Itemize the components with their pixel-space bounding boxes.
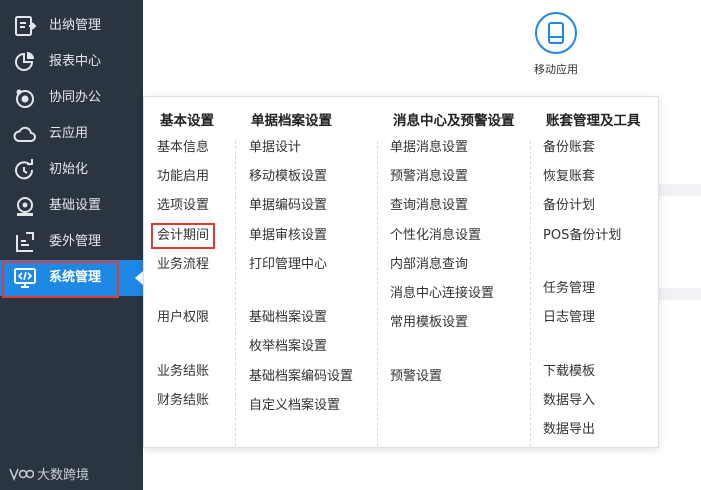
menu-item-print-center[interactable]: 打印管理中心 [249, 257, 327, 273]
column-divider [235, 141, 236, 446]
menu-item-personal-message[interactable]: 个性化消息设置 [390, 228, 481, 244]
active-pointer [135, 271, 143, 285]
sidebar-item-label: 报表中心 [49, 54, 102, 69]
brand-logo: 大数跨境 [8, 463, 89, 483]
sidebar-item-cloud-apps[interactable]: 云应用 [0, 116, 143, 152]
menu-item-archive-numbering[interactable]: 基础档案编码设置 [249, 369, 353, 385]
sidebar-item-label: 初始化 [49, 162, 89, 177]
menu-column-title: 消息中心及预警设置 [393, 113, 515, 129]
cashier-icon [15, 16, 37, 36]
sidebar-item-initialize[interactable]: 初始化 [0, 152, 143, 188]
sidebar-item-label: 委外管理 [49, 234, 102, 249]
mobile-app-icon [535, 12, 577, 54]
menu-item-option-settings[interactable]: 选项设置 [157, 198, 209, 214]
column-divider [530, 141, 531, 446]
menu-item-data-import[interactable]: 数据导入 [543, 393, 595, 409]
menu-item-backup-account[interactable]: 备份账套 [543, 140, 595, 156]
menu-item-backup-plan[interactable]: 备份计划 [543, 198, 595, 214]
menu-item-accounting-period[interactable]: 会计期间 [150, 223, 216, 249]
menu-item-common-template[interactable]: 常用模板设置 [390, 315, 468, 331]
menu-column-title: 单据档案设置 [251, 113, 332, 129]
report-pie-icon [15, 52, 34, 71]
sidebar-item-basic-settings[interactable]: 基础设置 [0, 188, 143, 224]
collaboration-icon [16, 89, 34, 108]
column-divider [377, 141, 378, 446]
menu-item-basic-info[interactable]: 基本信息 [157, 140, 209, 156]
sidebar-item-system-management[interactable]: 系统管理 [0, 260, 143, 298]
brand-icon [9, 468, 34, 481]
menu-item-query-message[interactable]: 查询消息设置 [390, 198, 468, 214]
sidebar-item-outsourcing[interactable]: 委外管理 [0, 224, 143, 260]
menu-item-document-approval[interactable]: 单据审核设置 [249, 228, 327, 244]
menu-item-log-management[interactable]: 日志管理 [543, 310, 595, 326]
sidebar-item-label: 系统管理 [49, 270, 102, 285]
menu-column-title: 基本设置 [160, 113, 214, 129]
sidebar-item-label: 基础设置 [49, 198, 102, 213]
sidebar-item-label: 云应用 [49, 126, 89, 141]
sidebar-item-cashier[interactable]: 出纳管理 [0, 8, 143, 44]
settings-icon [17, 197, 33, 216]
mobile-app-label: 移动应用 [534, 63, 578, 76]
menu-item-user-permissions[interactable]: 用户权限 [157, 310, 209, 326]
menu-item-business-process[interactable]: 业务流程 [157, 257, 209, 273]
menu-column-title: 账套管理及工具 [546, 113, 641, 129]
system-management-menu: 基本设置 单据档案设置 消息中心及预警设置 账套管理及工具 基本信息 功能启用 … [143, 96, 659, 448]
brand-name: 大数跨境 [37, 467, 90, 483]
menu-item-alert-message[interactable]: 预警消息设置 [390, 169, 468, 185]
menu-item-task-management[interactable]: 任务管理 [543, 281, 595, 297]
menu-item-document-design[interactable]: 单据设计 [249, 140, 301, 156]
menu-item-pos-backup-plan[interactable]: POS备份计划 [543, 228, 621, 244]
menu-item-restore-account[interactable]: 恢复账套 [543, 169, 595, 185]
menu-item-mobile-template[interactable]: 移动模板设置 [249, 169, 327, 185]
menu-item-financial-closing[interactable]: 财务结账 [157, 393, 209, 409]
menu-item-message-connection[interactable]: 消息中心连接设置 [390, 286, 494, 302]
menu-item-alert-settings[interactable]: 预警设置 [390, 369, 442, 385]
sidebar-item-label: 协同办公 [49, 90, 102, 105]
menu-item-enum-archive[interactable]: 枚举档案设置 [249, 339, 327, 355]
sidebar-item-collaboration[interactable]: 协同办公 [0, 80, 143, 116]
sidebar: 出纳管理 报表中心 协同办公 云应用 初始化 基础设置 委外管理 系统管理 大数… [0, 0, 143, 490]
menu-item-basic-archive[interactable]: 基础档案设置 [249, 310, 327, 326]
sidebar-item-label: 出纳管理 [49, 18, 102, 33]
outsourcing-icon [16, 232, 34, 252]
menu-item-business-closing[interactable]: 业务结账 [157, 364, 209, 380]
menu-item-custom-archive[interactable]: 自定义档案设置 [249, 398, 340, 414]
sidebar-item-report-center[interactable]: 报表中心 [0, 44, 143, 80]
menu-item-download-template[interactable]: 下载模板 [543, 364, 595, 380]
menu-item-document-message[interactable]: 单据消息设置 [390, 140, 468, 156]
menu-item-document-numbering[interactable]: 单据编码设置 [249, 198, 327, 214]
menu-item-feature-enable[interactable]: 功能启用 [157, 169, 209, 185]
menu-item-internal-message[interactable]: 内部消息查询 [390, 257, 468, 273]
code-monitor-icon [14, 268, 36, 288]
mobile-app-tile[interactable]: 移动应用 [530, 12, 582, 76]
cloud-icon [13, 126, 36, 142]
menu-item-data-export[interactable]: 数据导出 [543, 422, 595, 438]
initialize-icon [15, 159, 34, 180]
